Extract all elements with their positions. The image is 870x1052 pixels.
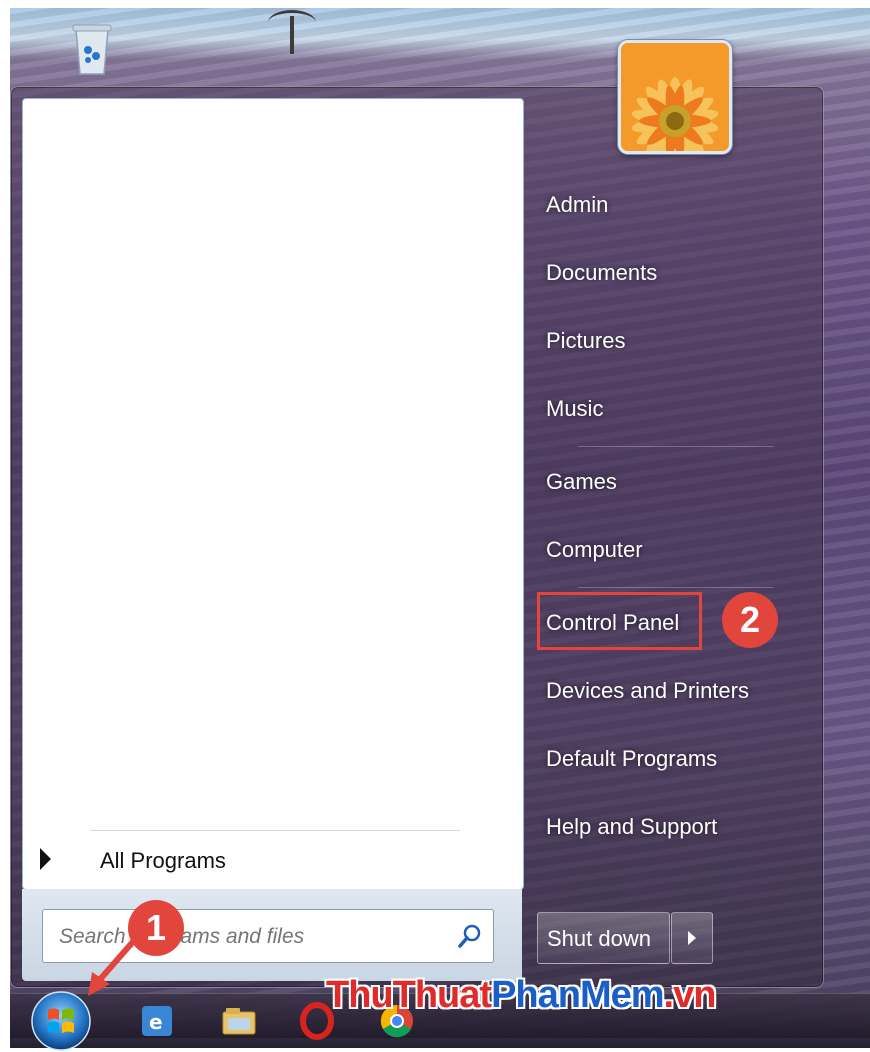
all-programs-item[interactable]: All Programs (100, 848, 226, 874)
start-item-pictures[interactable]: Pictures (546, 328, 625, 354)
svg-text:e: e (149, 1010, 163, 1034)
pinned-programs-list (22, 98, 524, 890)
shut-down-options-button[interactable] (671, 912, 713, 964)
divider (578, 446, 774, 447)
start-item-help-and-support[interactable]: Help and Support (546, 814, 717, 840)
triangle-right-icon[interactable] (40, 848, 51, 870)
start-item-documents[interactable]: Documents (546, 260, 657, 286)
control-panel-highlight (537, 592, 702, 650)
start-item-default-programs[interactable]: Default Programs (546, 746, 717, 772)
start-item-admin[interactable]: Admin (546, 192, 608, 218)
step-2-badge: 2 (722, 592, 778, 648)
search-icon[interactable] (457, 923, 483, 949)
start-item-games[interactable]: Games (546, 469, 617, 495)
divider (578, 587, 774, 588)
watermark-logo: ThuThuatPhanMem.vn (326, 974, 716, 1016)
step-1-badge: 1 (128, 900, 184, 956)
divider (90, 830, 460, 831)
explorer-icon[interactable] (220, 1002, 258, 1040)
ie-icon[interactable]: e (138, 1002, 176, 1040)
recycle-bin-icon[interactable] (70, 20, 114, 76)
shut-down-button[interactable]: Shut down (537, 912, 670, 964)
user-picture-icon[interactable] (618, 40, 732, 154)
tree-silhouette (268, 10, 316, 54)
start-item-music[interactable]: Music (546, 396, 603, 422)
start-item-devices-and-printers[interactable]: Devices and Printers (546, 678, 749, 704)
triangle-right-icon (688, 931, 696, 945)
start-item-computer[interactable]: Computer (546, 537, 643, 563)
